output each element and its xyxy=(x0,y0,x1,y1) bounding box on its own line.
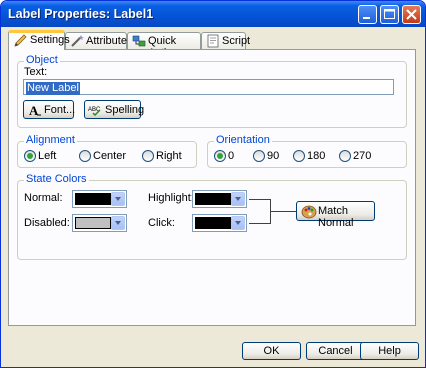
help-button[interactable]: Help xyxy=(360,342,419,360)
connector-line-top xyxy=(249,199,271,200)
object-legend: Object xyxy=(24,54,60,66)
normal-label: Normal: xyxy=(24,192,63,204)
highlight-color-swatch xyxy=(195,193,231,205)
text-label: Text: xyxy=(24,66,48,78)
align-left-radio[interactable] xyxy=(24,150,36,162)
help-button-label: Help xyxy=(378,345,401,357)
align-right-label: Right xyxy=(156,150,182,162)
match-normal-button[interactable]: Match Normal xyxy=(296,201,375,229)
normal-color-combo[interactable] xyxy=(72,190,127,208)
minimize-icon xyxy=(363,17,370,19)
spelling-button-label: Spelling xyxy=(105,104,145,116)
ok-button[interactable]: OK xyxy=(242,342,301,360)
alignment-group: Alignment Left Center Right xyxy=(17,134,197,168)
script-icon xyxy=(207,34,219,48)
tab-attributes[interactable]: Attributes xyxy=(65,32,132,49)
normal-dropdown-arrow-icon[interactable] xyxy=(111,192,125,206)
close-button[interactable] xyxy=(402,5,421,24)
orientation-90-label: 90 xyxy=(267,150,280,162)
tab-script[interactable]: Script xyxy=(201,32,250,49)
highlight-dropdown-arrow-icon[interactable] xyxy=(231,192,245,206)
quick-action-icon xyxy=(132,35,146,47)
minimize-button[interactable] xyxy=(358,5,377,24)
highlight-color-combo[interactable] xyxy=(192,190,247,208)
font-icon: A xyxy=(29,103,41,117)
normal-color-swatch xyxy=(75,193,111,205)
click-dropdown-arrow-icon[interactable] xyxy=(231,216,245,230)
disabled-color-swatch xyxy=(75,217,111,229)
orientation-90-radio[interactable] xyxy=(253,150,265,162)
cancel-button[interactable]: Cancel xyxy=(306,342,365,360)
pencil-icon xyxy=(14,34,27,47)
click-color-swatch xyxy=(195,217,231,229)
connector-line-middle xyxy=(270,211,296,212)
orientation-180-label: 180 xyxy=(307,150,326,162)
object-group: Object Text: New Label A Font... ABC Spe… xyxy=(17,54,407,128)
align-center-label: Center xyxy=(93,150,127,162)
state-colors-group: State Colors Normal: Disabled: Highlight… xyxy=(17,173,407,260)
click-color-combo[interactable] xyxy=(192,214,247,232)
align-left-label: Left xyxy=(38,150,57,162)
tab-settings-label: Settings xyxy=(30,34,70,46)
disabled-label: Disabled: xyxy=(24,217,70,229)
dialog-content: Settings Attributes Quick Action Script … xyxy=(5,27,421,363)
tab-script-label: Script xyxy=(222,35,251,47)
text-input-value: New Label xyxy=(26,82,80,95)
label-properties-window: Label Properties: Label1 Settings Attrib… xyxy=(0,0,426,368)
alignment-legend: Alignment xyxy=(24,134,77,146)
font-button[interactable]: A Font... xyxy=(23,100,76,119)
orientation-group: Orientation 0 90 180 270 xyxy=(207,134,407,168)
orientation-270-radio[interactable] xyxy=(339,150,351,162)
ok-button-label: OK xyxy=(263,345,280,357)
maximize-button[interactable] xyxy=(380,5,399,24)
align-right-radio[interactable] xyxy=(142,150,154,162)
window-title: Label Properties: Label1 xyxy=(8,7,154,21)
highlight-label: Highlight: xyxy=(148,192,194,204)
font-button-label: Font... xyxy=(44,104,76,116)
tab-settings[interactable]: Settings xyxy=(8,30,70,50)
tab-quick-action[interactable]: Quick Action xyxy=(127,32,201,59)
click-label: Click: xyxy=(148,217,175,229)
match-normal-label: Match Normal xyxy=(318,205,354,229)
orientation-270-label: 270 xyxy=(353,150,372,162)
spelling-button[interactable]: ABC Spelling xyxy=(84,100,145,119)
maximize-icon xyxy=(384,9,395,19)
cancel-button-label: Cancel xyxy=(318,345,353,357)
orientation-180-radio[interactable] xyxy=(293,150,305,162)
wand-icon xyxy=(71,35,84,47)
tab-attributes-label: Attributes xyxy=(86,35,133,47)
title-bar[interactable]: Label Properties: Label1 xyxy=(1,1,425,27)
orientation-legend: Orientation xyxy=(214,134,272,146)
settings-panel: Object Text: New Label A Font... ABC Spe… xyxy=(8,49,416,326)
state-colors-legend: State Colors xyxy=(24,173,89,185)
disabled-dropdown-arrow-icon[interactable] xyxy=(111,216,125,230)
palette-icon xyxy=(301,205,317,219)
orientation-0-label: 0 xyxy=(228,150,235,162)
connector-line-bottom xyxy=(249,223,271,224)
close-icon xyxy=(406,9,417,20)
spell-check-icon: ABC xyxy=(88,107,101,116)
align-center-radio[interactable] xyxy=(79,150,91,162)
orientation-0-radio[interactable] xyxy=(214,150,226,162)
text-input[interactable]: New Label xyxy=(23,79,394,95)
disabled-color-combo[interactable] xyxy=(72,214,127,232)
